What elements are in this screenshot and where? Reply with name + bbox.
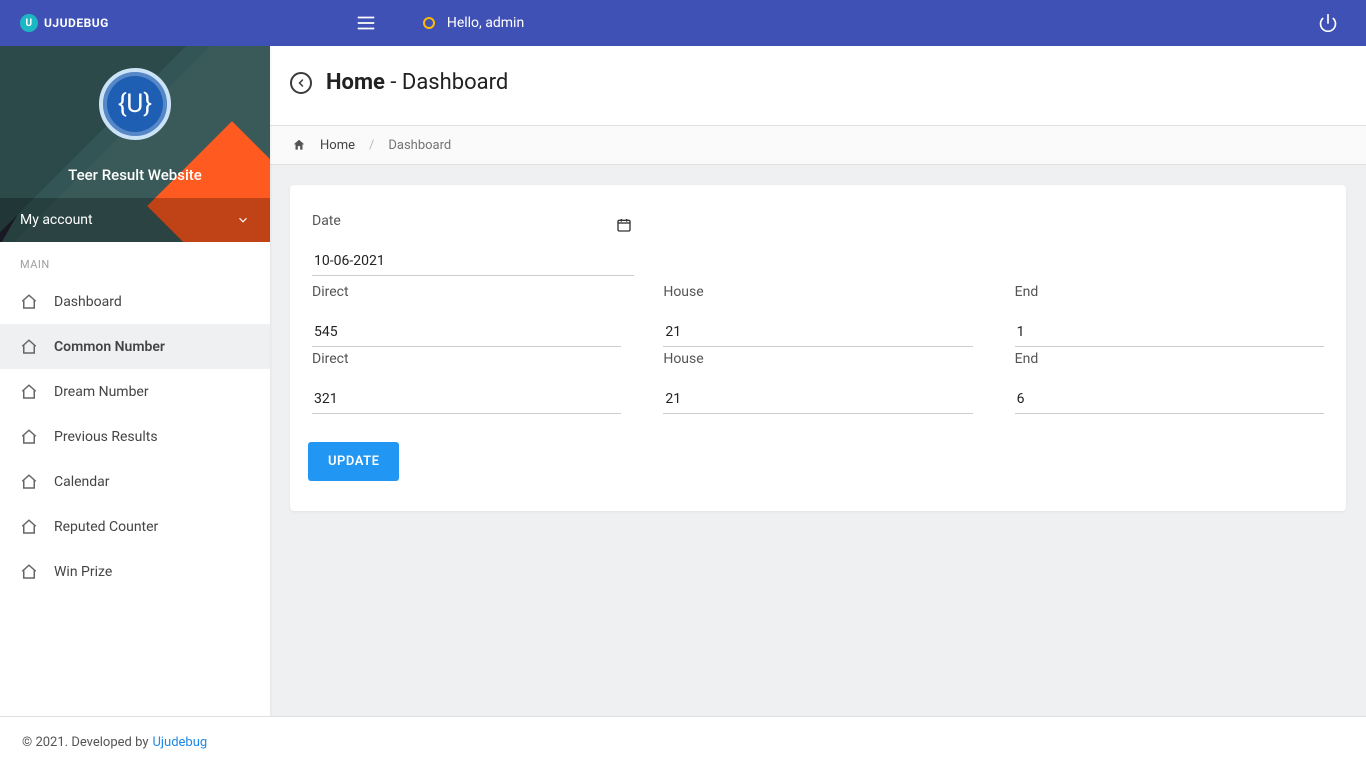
nav-section-label: MAIN xyxy=(0,242,270,279)
my-account-toggle[interactable]: My account xyxy=(0,198,270,242)
house-label: House xyxy=(663,284,972,300)
site-title: Teer Result Website xyxy=(0,166,270,184)
sidebar-item-win-prize[interactable]: Win Prize xyxy=(0,549,270,594)
sidebar-item-label: Win Prize xyxy=(54,564,112,580)
sidebar-item-dashboard[interactable]: Dashboard xyxy=(0,279,270,324)
form-row: Direct House End xyxy=(308,351,1328,414)
sidebar-item-label: Dashboard xyxy=(54,294,122,310)
form-card: Date Direct House End Direct xyxy=(290,185,1346,511)
direct-label: Direct xyxy=(312,284,621,300)
content-area: Home - Dashboard Home / Dashboard Date D… xyxy=(270,46,1366,716)
back-button[interactable] xyxy=(290,72,312,94)
home-outline-icon xyxy=(20,293,38,311)
brand: U UJUDEBUG xyxy=(20,14,109,32)
sidebar-item-label: Common Number xyxy=(54,339,165,355)
site-logo-icon: {U} xyxy=(99,68,171,140)
brand-name: UJUDEBUG xyxy=(44,16,109,30)
page-title-rest: - Dashboard xyxy=(385,70,508,95)
home-outline-icon xyxy=(20,383,38,401)
arrow-left-icon xyxy=(295,77,307,89)
chevron-down-icon xyxy=(236,213,250,227)
footer: © 2021. Developed by Ujudebug xyxy=(0,716,1366,768)
breadcrumb-separator: / xyxy=(369,138,374,153)
my-account-label: My account xyxy=(20,212,93,228)
brand-badge-icon: U xyxy=(20,14,38,32)
sidebar-item-calendar[interactable]: Calendar xyxy=(0,459,270,504)
hamburger-icon xyxy=(355,12,377,34)
sidebar-item-label: Previous Results xyxy=(54,429,158,445)
date-field-wrapper: Date xyxy=(308,213,638,276)
sidebar-item-dream-number[interactable]: Dream Number xyxy=(0,369,270,414)
footer-text: © 2021. Developed by xyxy=(22,735,148,750)
greeting-text: Hello, admin xyxy=(447,15,524,31)
form-row: Direct House End xyxy=(308,284,1328,347)
top-bar: U UJUDEBUG Hello, admin xyxy=(0,0,1366,46)
home-icon xyxy=(292,138,306,152)
direct-label: Direct xyxy=(312,351,621,367)
footer-link[interactable]: Ujudebug xyxy=(152,735,207,750)
logout-button[interactable] xyxy=(1318,13,1338,33)
home-outline-icon xyxy=(20,428,38,446)
menu-toggle-button[interactable] xyxy=(355,12,377,34)
end-label: End xyxy=(1015,284,1324,300)
sidebar: {U} Teer Result Website My account MAIN … xyxy=(0,46,270,716)
home-outline-icon xyxy=(20,473,38,491)
end-input-1[interactable] xyxy=(1015,318,1324,347)
house-label: House xyxy=(663,351,972,367)
power-icon xyxy=(1318,13,1338,33)
sidebar-item-common-number[interactable]: Common Number xyxy=(0,324,270,369)
end-label: End xyxy=(1015,351,1324,367)
direct-input-2[interactable] xyxy=(312,385,621,414)
home-outline-icon xyxy=(20,518,38,536)
sidebar-item-previous-results[interactable]: Previous Results xyxy=(0,414,270,459)
sidebar-item-label: Reputed Counter xyxy=(54,519,158,535)
page-header: Home - Dashboard xyxy=(270,46,1366,125)
sidebar-item-reputed-counter[interactable]: Reputed Counter xyxy=(0,504,270,549)
status-indicator-icon xyxy=(423,17,435,29)
end-input-2[interactable] xyxy=(1015,385,1324,414)
page-title-bold: Home xyxy=(326,70,385,95)
page-title: Home - Dashboard xyxy=(326,70,508,95)
home-outline-icon xyxy=(20,338,38,356)
direct-input-1[interactable] xyxy=(312,318,621,347)
breadcrumb-current: Dashboard xyxy=(388,138,451,153)
home-outline-icon xyxy=(20,563,38,581)
breadcrumb-home-link[interactable]: Home xyxy=(320,138,355,153)
date-label: Date xyxy=(312,213,634,229)
house-input-1[interactable] xyxy=(663,318,972,347)
date-input[interactable] xyxy=(312,247,634,276)
breadcrumb: Home / Dashboard xyxy=(270,125,1366,165)
update-button[interactable]: UPDATE xyxy=(308,442,399,481)
house-input-2[interactable] xyxy=(663,385,972,414)
sidebar-hero: {U} Teer Result Website My account xyxy=(0,46,270,242)
sidebar-item-label: Dream Number xyxy=(54,384,149,400)
sidebar-item-label: Calendar xyxy=(54,474,110,490)
